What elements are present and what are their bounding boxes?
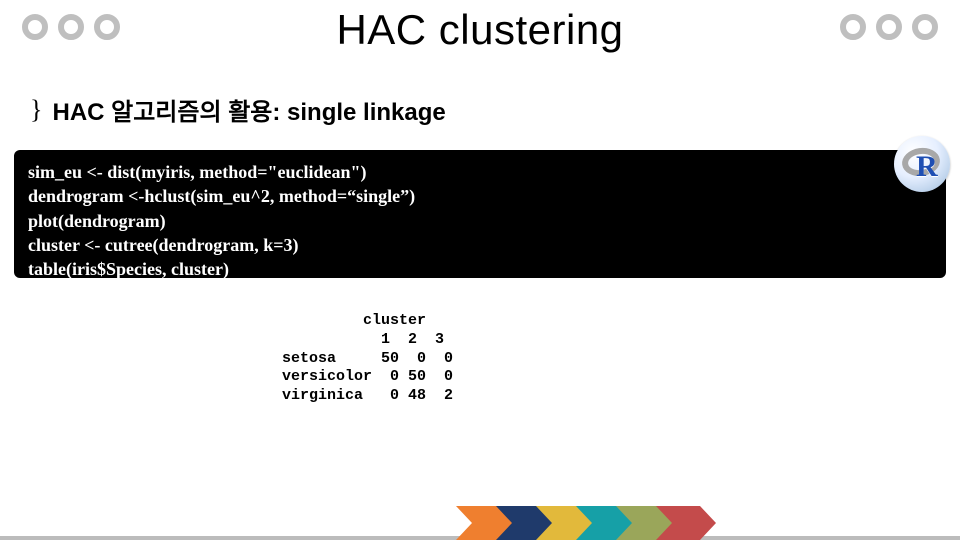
r-logo-icon: R bbox=[894, 136, 950, 192]
code-block: sim_eu <- dist(myiris, method="euclidean… bbox=[14, 150, 946, 278]
footer-chevrons bbox=[456, 506, 756, 540]
subtitle-text: HAC 알고리즘의 활용: single linkage bbox=[52, 92, 445, 127]
code-line: plot(dendrogram) bbox=[28, 211, 166, 231]
bullet-brace-icon: } bbox=[30, 97, 42, 123]
code-line: cluster <- cutree(dendrogram, k=3) bbox=[28, 235, 298, 255]
code-line: dendrogram <-hclust(sim_eu^2, method=“si… bbox=[28, 186, 415, 206]
subtitle-row: } HAC 알고리즘의 활용: single linkage bbox=[30, 92, 446, 127]
code-line: sim_eu <- dist(myiris, method="euclidean… bbox=[28, 162, 366, 182]
code-line: table(iris$Species, cluster) bbox=[28, 259, 229, 279]
footer-decor bbox=[0, 500, 960, 540]
slide: HAC clustering } HAC 알고리즘의 활용: single li… bbox=[0, 0, 960, 540]
console-output: cluster 1 2 3 setosa 50 0 0 versicolor 0… bbox=[264, 312, 453, 406]
page-title: HAC clustering bbox=[0, 0, 960, 54]
